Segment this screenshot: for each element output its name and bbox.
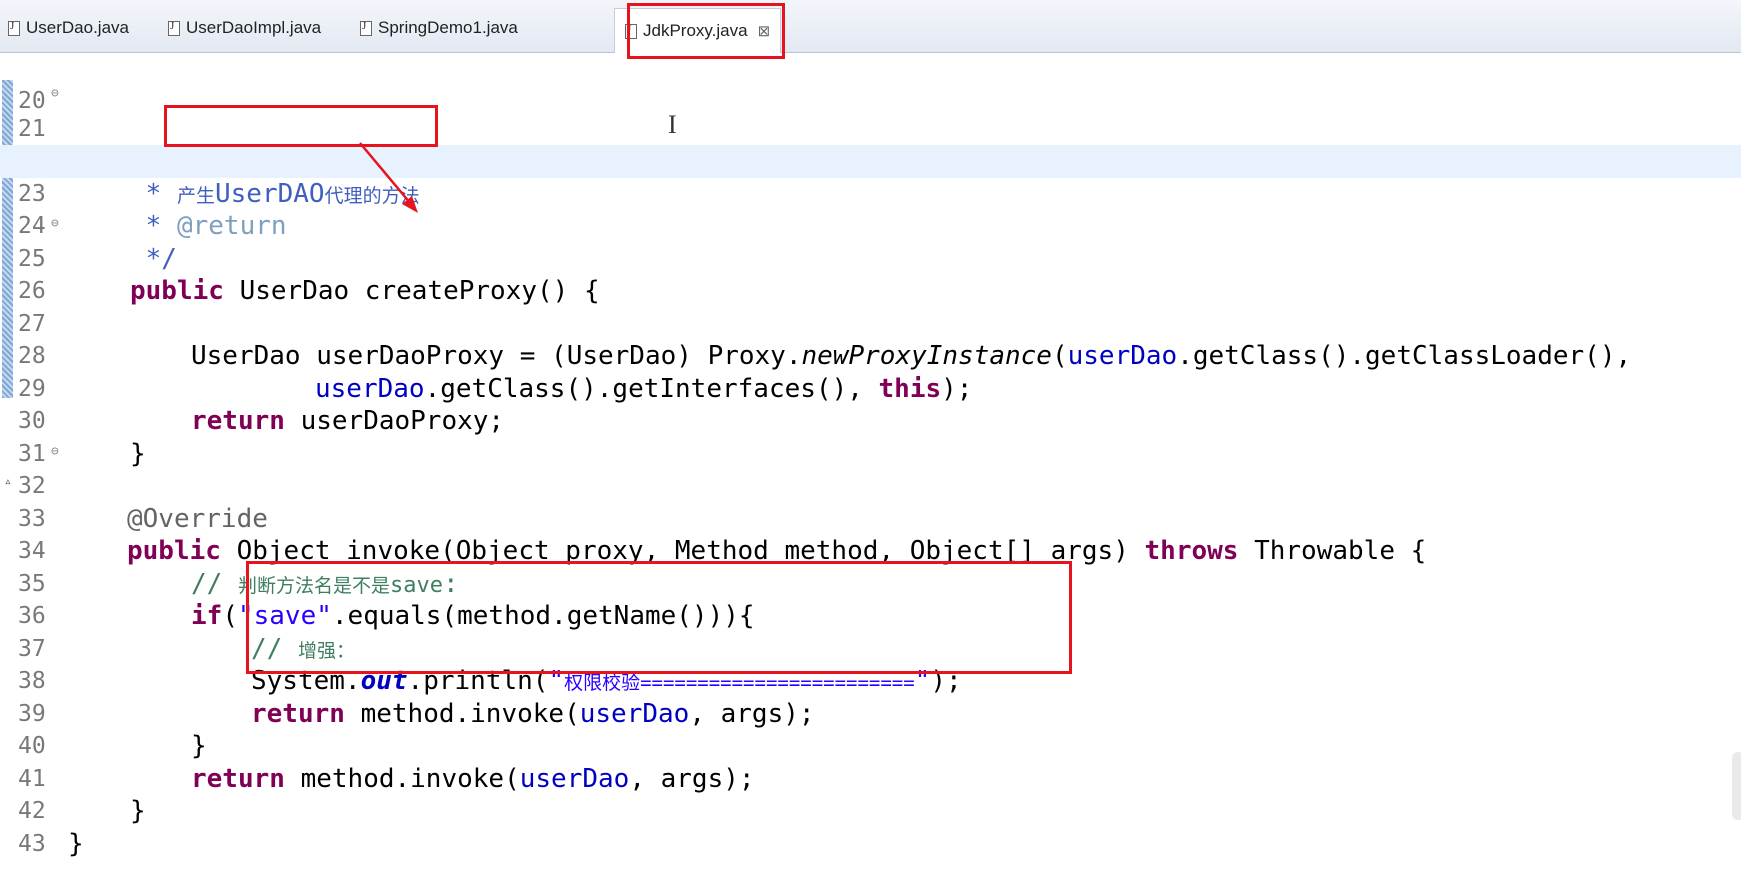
annotation-arrow — [359, 142, 418, 213]
arrow-head — [402, 196, 418, 213]
arrow-line — [359, 142, 412, 205]
line-number: 43 — [18, 830, 46, 857]
